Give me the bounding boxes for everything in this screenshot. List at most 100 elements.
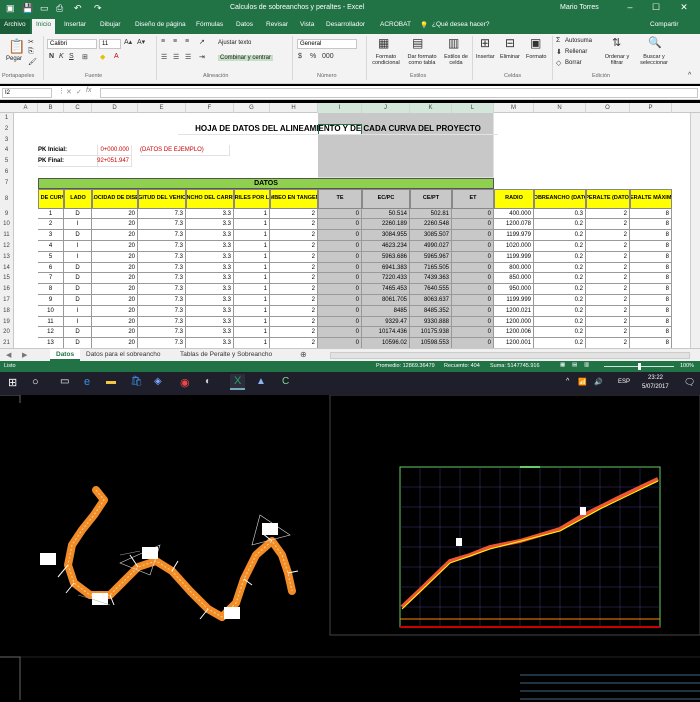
column-header[interactable]: H bbox=[270, 103, 318, 113]
column-header[interactable]: G bbox=[234, 103, 270, 113]
table-cell[interactable]: 3.3 bbox=[186, 305, 234, 317]
table-cell[interactable]: 7.3 bbox=[138, 230, 186, 241]
clock-date[interactable]: 5/07/2017 bbox=[642, 384, 669, 390]
table-cell[interactable]: 1 bbox=[234, 241, 270, 252]
table-cell[interactable]: 50.514 bbox=[362, 208, 410, 220]
table-cell[interactable]: 0 bbox=[318, 273, 362, 285]
table-cell[interactable]: 0 bbox=[452, 284, 494, 295]
table-cell[interactable]: 7.3 bbox=[138, 295, 186, 306]
row-header[interactable]: 6 bbox=[0, 167, 14, 178]
column-header[interactable]: E bbox=[138, 103, 186, 113]
tab-insertar[interactable]: Insertar bbox=[64, 21, 86, 28]
table-cell[interactable]: 20 bbox=[92, 284, 138, 295]
scroll-left-icon[interactable]: ◀ bbox=[6, 351, 11, 359]
delete-cells-button[interactable]: Eliminar bbox=[500, 54, 520, 60]
table-cell[interactable]: 1 bbox=[234, 327, 270, 339]
table-cell[interactable]: 0 bbox=[452, 262, 494, 274]
table-cell[interactable]: 20 bbox=[92, 316, 138, 328]
table-cell[interactable]: 2 bbox=[270, 262, 318, 274]
number-format-select[interactable]: General bbox=[297, 39, 357, 49]
column-header[interactable]: A bbox=[14, 103, 38, 113]
tab-vista[interactable]: Vista bbox=[300, 21, 314, 28]
fill-icon[interactable]: ⬇ bbox=[556, 48, 562, 56]
table-cell[interactable]: 2 bbox=[586, 338, 630, 348]
format-cells-button[interactable]: Formato bbox=[526, 54, 546, 60]
table-cell[interactable]: 800.000 bbox=[494, 262, 534, 274]
row-header[interactable]: 7 bbox=[0, 177, 14, 189]
column-header[interactable]: D bbox=[92, 103, 138, 113]
table-cell[interactable]: 2 bbox=[586, 305, 630, 317]
column-title[interactable]: ET bbox=[452, 188, 494, 209]
open-icon[interactable]: ▭ bbox=[40, 3, 49, 14]
table-cell[interactable]: 8 bbox=[630, 208, 672, 220]
save-icon[interactable]: 💾 bbox=[22, 3, 33, 14]
table-cell[interactable]: 0.2 bbox=[534, 305, 586, 317]
table-cell[interactable]: I bbox=[64, 305, 92, 317]
table-cell[interactable]: 3.3 bbox=[186, 251, 234, 263]
table-cell[interactable]: 0.2 bbox=[534, 262, 586, 274]
table-cell[interactable]: 1 bbox=[234, 284, 270, 295]
fill-color-icon[interactable]: ◆ bbox=[100, 53, 105, 61]
table-cell[interactable]: 1 bbox=[234, 208, 270, 220]
table-cell[interactable]: 1 bbox=[234, 273, 270, 285]
table-cell[interactable]: 0 bbox=[318, 262, 362, 274]
table-cell[interactable]: 8 bbox=[630, 230, 672, 241]
column-header[interactable]: O bbox=[586, 103, 630, 113]
table-cell[interactable]: 0 bbox=[318, 327, 362, 339]
zoom-thumb[interactable] bbox=[638, 363, 641, 370]
table-cell[interactable]: I bbox=[64, 316, 92, 328]
table-cell[interactable]: 20 bbox=[92, 295, 138, 306]
tab-diseno[interactable]: Diseño de página bbox=[135, 21, 186, 28]
italic-icon[interactable]: K bbox=[59, 53, 64, 60]
table-cell[interactable]: 13 bbox=[38, 338, 64, 348]
table-cell[interactable]: 850.000 bbox=[494, 273, 534, 285]
row-header[interactable]: 11 bbox=[0, 230, 14, 241]
table-cell[interactable]: 2 bbox=[270, 251, 318, 263]
redo-icon[interactable]: ↷ bbox=[94, 3, 102, 14]
table-cell[interactable]: 8 bbox=[630, 295, 672, 306]
find-select-icon[interactable]: 🔍 bbox=[648, 36, 662, 49]
column-header[interactable]: B bbox=[38, 103, 64, 113]
cell-styles-icon[interactable]: ▥ bbox=[448, 36, 459, 50]
column-title[interactable]: CARRILES POR LADO bbox=[234, 188, 270, 209]
page-layout-icon[interactable]: ▤ bbox=[572, 362, 577, 368]
table-cell[interactable]: 3.3 bbox=[186, 273, 234, 285]
column-header[interactable]: J bbox=[362, 103, 410, 113]
table-cell[interactable]: 2 bbox=[270, 327, 318, 339]
table-cell[interactable]: 7220.433 bbox=[362, 273, 410, 285]
table-cell[interactable]: 12 bbox=[38, 327, 64, 339]
table-cell[interactable]: 3.3 bbox=[186, 219, 234, 231]
table-cell[interactable]: 1 bbox=[234, 230, 270, 241]
column-title[interactable]: CE/PT bbox=[410, 188, 452, 209]
vertical-scrollbar[interactable] bbox=[690, 113, 700, 348]
store-icon[interactable]: 🛍 bbox=[130, 376, 143, 387]
table-cell[interactable]: 4623.234 bbox=[362, 241, 410, 252]
table-cell[interactable]: 20 bbox=[92, 230, 138, 241]
table-cell[interactable]: 7.3 bbox=[138, 284, 186, 295]
media-icon[interactable]: ◐ bbox=[205, 376, 211, 387]
table-cell[interactable]: 950.000 bbox=[494, 284, 534, 295]
table-cell[interactable]: 9329.47 bbox=[362, 316, 410, 328]
table-cell[interactable]: 7.3 bbox=[138, 305, 186, 317]
pk-inicial-note[interactable]: (DATOS DE EJEMPLO) bbox=[140, 145, 230, 157]
table-cell[interactable]: 10174.436 bbox=[362, 327, 410, 339]
table-cell[interactable]: 1 bbox=[234, 316, 270, 328]
tab-dibujar[interactable]: Dibujar bbox=[100, 21, 121, 28]
chrome-icon[interactable]: ◉ bbox=[180, 376, 190, 389]
table-cell[interactable]: 3085.507 bbox=[410, 230, 452, 241]
row-header[interactable]: 15 bbox=[0, 273, 14, 285]
table-cell[interactable]: 5 bbox=[38, 251, 64, 263]
row-header[interactable]: 13 bbox=[0, 251, 14, 263]
table-cell[interactable]: 2 bbox=[270, 208, 318, 220]
minimize-icon[interactable]: – bbox=[622, 2, 638, 12]
currency-icon[interactable]: $ bbox=[298, 53, 302, 60]
table-cell[interactable]: 2 bbox=[586, 251, 630, 263]
table-cell[interactable]: 20 bbox=[92, 251, 138, 263]
table-cell[interactable]: 20 bbox=[92, 208, 138, 220]
tell-me-box[interactable]: ¿Qué desea hacer? bbox=[432, 21, 489, 28]
scroll-right-icon[interactable]: ▶ bbox=[22, 351, 27, 359]
table-cell[interactable]: 0 bbox=[318, 251, 362, 263]
table-cell[interactable]: 3.3 bbox=[186, 262, 234, 274]
clear-button[interactable]: Borrar bbox=[565, 60, 582, 66]
name-box[interactable]: I2 bbox=[2, 88, 52, 98]
